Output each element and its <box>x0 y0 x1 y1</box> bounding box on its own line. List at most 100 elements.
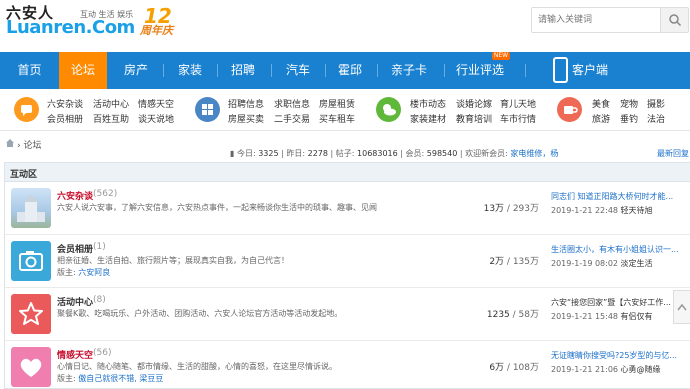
forum-title[interactable]: 六安杂谈 <box>57 189 93 202</box>
main-nav: 首页 论坛 房产 家装 招聘 汽车 霍邱 亲子卡 行业评选 客户端 <box>0 52 690 89</box>
quick-link[interactable]: 垂钓 <box>620 112 638 125</box>
stats-today: 3325 <box>258 149 279 158</box>
home-icon[interactable] <box>5 138 15 148</box>
building-icon <box>17 195 45 222</box>
quick-link[interactable]: 家装建材 <box>410 112 446 125</box>
quick-link[interactable]: 育儿天地 <box>500 97 536 110</box>
quick-link[interactable]: 教育培训 <box>456 112 492 125</box>
grid-icon <box>195 97 220 122</box>
quick-link[interactable]: 摄影 <box>647 97 665 110</box>
forum-title[interactable]: 会员相册 <box>57 242 93 255</box>
forum-topic-post-count: 13万 / 293万 <box>483 204 539 214</box>
section-title: 互动区 <box>10 170 38 180</box>
nav-item-huoqiu[interactable]: 霍邱 <box>326 52 374 89</box>
stats-posts-label: 帖子: <box>335 149 355 158</box>
nav-item-auto[interactable]: 汽车 <box>272 52 324 89</box>
quick-link[interactable]: 二手交易 <box>274 112 310 125</box>
last-post-link[interactable]: 无证瞎睛你搜受吗?25岁型的与亿... <box>551 350 690 361</box>
forum-title[interactable]: 情感天空 <box>57 348 93 361</box>
quick-link[interactable]: 谈天说地 <box>138 112 174 125</box>
forum-today-count: (1) <box>93 242 106 252</box>
stats-icon: ▮ <box>230 149 237 158</box>
section-header: 互动区 <box>5 163 690 182</box>
star-icon <box>19 302 43 325</box>
last-post-meta: 2019-1-19 08:02 淡定生活 <box>551 259 653 268</box>
quick-link[interactable]: 招聘信息 <box>228 97 264 110</box>
forum-description: 六安人说六安事，了解六安信息，六安热点事件，一起来畅谈你生活中的琐事、趣事、见闻 <box>57 203 377 212</box>
newest-member-link[interactable]: 家电维修，杨 <box>510 149 558 158</box>
last-post-link[interactable]: 同志们 知道正阳路大桥何时才能... <box>551 191 690 202</box>
search-icon <box>669 14 682 27</box>
quick-link[interactable]: 买车租车 <box>319 112 355 125</box>
site-header: 六安人 互动 生活 娱乐 Luanren.Com 12 周年庆 <box>0 0 690 52</box>
forum-description: 心情日记、随心随笔、都市情缘、生活的甜酸，心情的喜怒，在这里尽情诉说。 <box>57 362 337 371</box>
quick-link[interactable]: 美食 <box>592 97 610 110</box>
quick-link[interactable]: 百姓互助 <box>93 112 129 125</box>
search-input[interactable] <box>538 12 658 28</box>
anniversary-badge: 12 周年庆 <box>136 4 188 42</box>
forum-today-count: (562) <box>93 189 118 199</box>
last-post-link[interactable]: 生活圈太小，有木有小姐姐认识一... <box>551 244 690 255</box>
last-post-meta: 2019-1-21 22:48 轻天待旭 <box>551 206 653 215</box>
quick-link[interactable]: 车市行情 <box>500 112 536 125</box>
forum-topic-post-count: 1235 / 58万 <box>486 310 539 320</box>
quick-link[interactable]: 会员相册 <box>47 112 83 125</box>
forum-thumbnail[interactable] <box>11 294 51 334</box>
breadcrumb-current[interactable]: 论坛 <box>23 141 41 151</box>
forum-moderators: 版主: 傲自己就很不错, 梁豆豆 <box>57 374 164 383</box>
new-badge: NEW <box>492 52 510 60</box>
last-post-meta: 2019-1-21 21:06 心勇@随缘 <box>551 365 661 374</box>
site-logo[interactable]: 六安人 互动 生活 娱乐 Luanren.Com <box>6 2 135 44</box>
stats-yesterday: 2278 <box>307 149 328 158</box>
last-post-meta: 2019-1-21 15:48 有侣仅有 <box>551 312 653 321</box>
forum-moderators: 版主: 六安阿良 <box>57 268 111 277</box>
forum-section: 互动区 六安杂谈 (562) 六安人说六安事，了解六安信息，六安热点事件，一起来… <box>4 162 690 389</box>
quick-link[interactable]: 法治 <box>647 112 665 125</box>
nav-item-home[interactable]: 首页 <box>0 52 59 89</box>
forum-description: 相亲征婚、生活自拍、旅行照片等；展现真实自我，为自己代言！ <box>57 256 289 265</box>
quick-link[interactable]: 谈婚论嫁 <box>456 97 492 110</box>
back-to-top-button[interactable] <box>673 290 690 324</box>
forum-topic-post-count: 2万 / 135万 <box>489 257 539 267</box>
quick-link[interactable]: 楼市动态 <box>410 97 446 110</box>
moderator-link[interactable]: 六安阿良 <box>78 268 110 277</box>
quick-link[interactable]: 六安杂谈 <box>47 97 83 110</box>
heart-icon <box>20 358 42 377</box>
forum-description: 聚餐K歌、吃喝玩乐、户外活动、团购活动、六安人论坛官方活动等活动发起地。 <box>57 309 343 318</box>
quick-link[interactable]: 活动中心 <box>93 97 129 110</box>
forum-title[interactable]: 活动中心 <box>57 295 93 308</box>
quick-link[interactable]: 房屋买卖 <box>228 112 264 125</box>
forum-today-count: (8) <box>93 295 106 305</box>
forum-thumbnail[interactable] <box>11 241 51 281</box>
search-button[interactable] <box>660 8 688 32</box>
nav-item-decoration[interactable]: 家装 <box>164 52 216 89</box>
forum-row: 六安杂谈 (562) 六安人说六安事，了解六安信息，六安热点事件，一起来畅谈你生… <box>5 182 690 235</box>
quick-link[interactable]: 房屋租赁 <box>319 97 355 110</box>
stats-members-label: 会员: <box>405 149 425 158</box>
latest-reply-link[interactable]: 最新回复 <box>657 148 689 159</box>
quick-link[interactable]: 情感天空 <box>138 97 174 110</box>
quick-link[interactable]: 宠物 <box>620 97 638 110</box>
nav-item-parent-card[interactable]: 亲子卡 <box>378 52 440 89</box>
moderator-link[interactable]: 傲自己就很不错, 梁豆豆 <box>78 374 163 383</box>
stats-newest-label: 欢迎新会员: <box>465 149 508 158</box>
mobile-phone-icon <box>553 57 568 83</box>
forum-thumbnail[interactable] <box>11 188 51 228</box>
forum-stats: ▮ 今日: 3325 | 昨日: 2278 | 帖子: 10683016 | 会… <box>230 149 559 158</box>
nav-item-app[interactable]: 客户端 <box>572 52 612 89</box>
anniversary-text: 周年庆 <box>140 24 173 37</box>
nav-item-property[interactable]: 房产 <box>110 52 162 89</box>
quick-link[interactable]: 旅游 <box>592 112 610 125</box>
quick-link[interactable]: 求职信息 <box>274 97 310 110</box>
logo-english-text: Luanren.Com <box>6 17 135 38</box>
forum-today-count: (56) <box>93 348 112 358</box>
stats-posts: 10683016 <box>357 149 398 158</box>
forum-thumbnail[interactable] <box>11 347 51 387</box>
nav-item-forum[interactable]: 论坛 <box>59 52 107 89</box>
nav-divider <box>525 64 526 77</box>
quick-links-bar: 六安杂谈 活动中心 情感天空 会员相册 百姓互助 谈天说地 招聘信息 求职信息 … <box>0 89 690 131</box>
last-post-link[interactable]: 六安“接您回家”暨【六安好工作... <box>551 297 690 308</box>
camera-icon <box>19 251 43 271</box>
forum-topic-post-count: 6万 / 108万 <box>489 363 539 373</box>
nav-item-jobs[interactable]: 招聘 <box>218 52 268 89</box>
